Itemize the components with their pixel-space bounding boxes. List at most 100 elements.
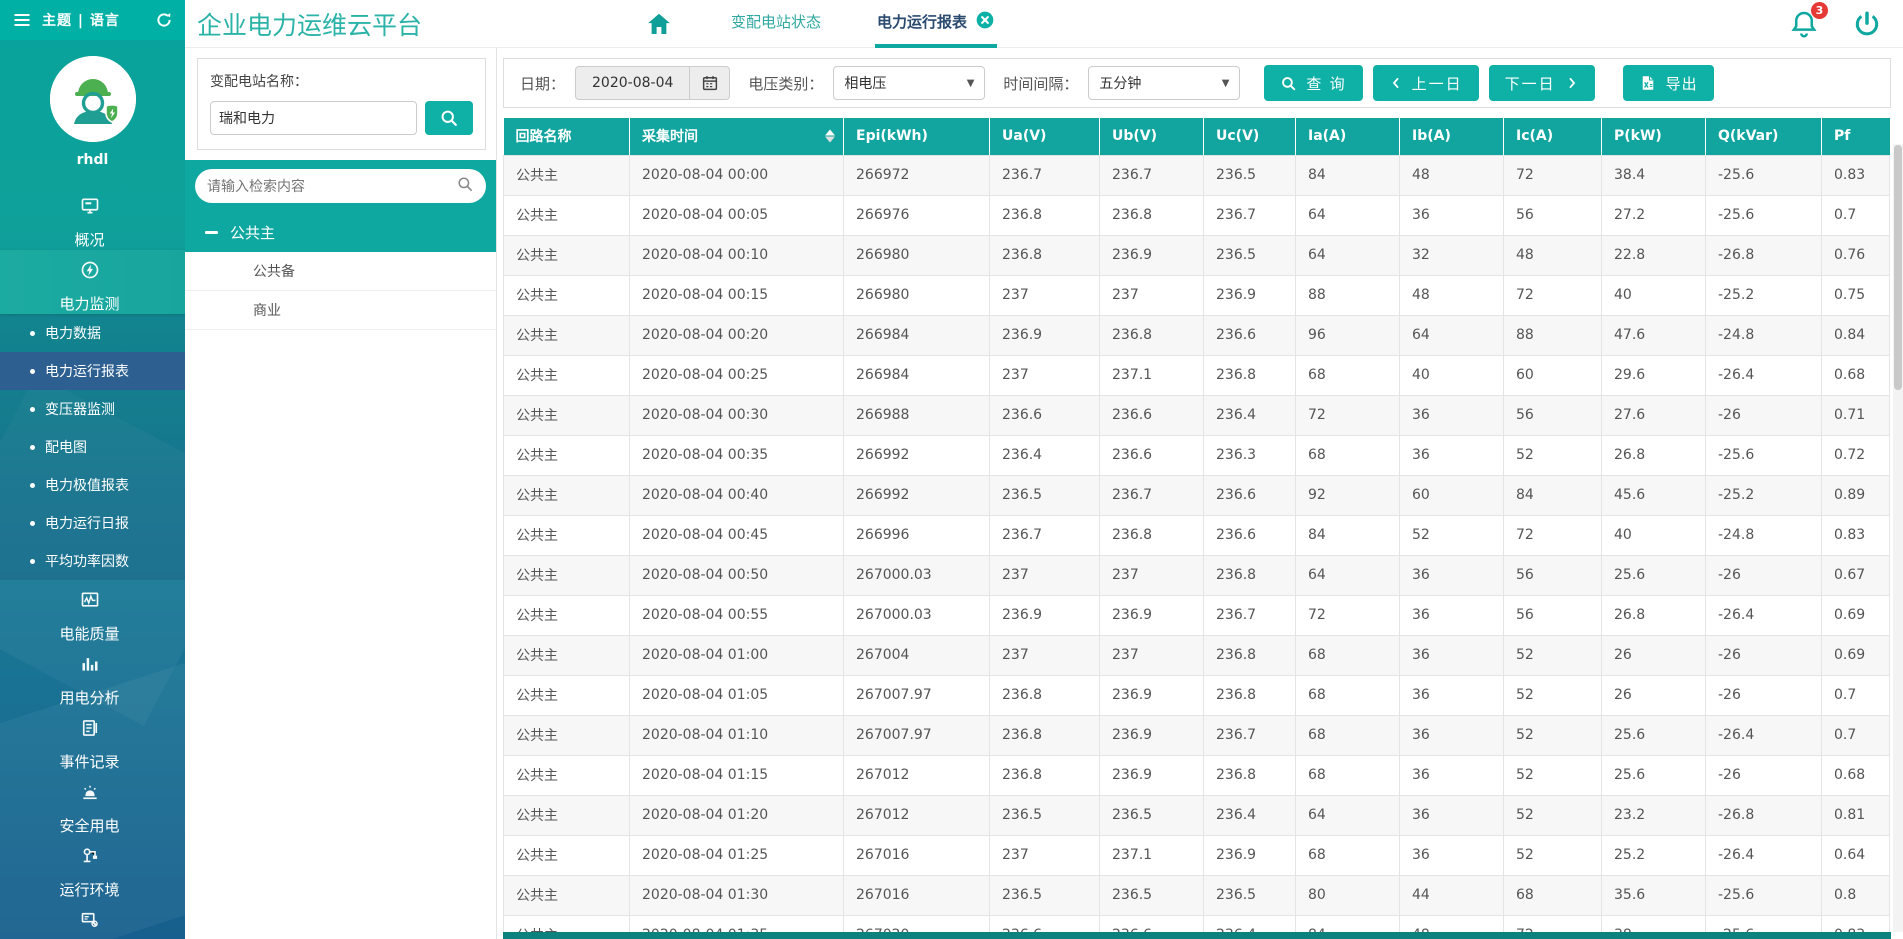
table-cell: 2020-08-04 01:00 bbox=[630, 635, 844, 675]
query-button[interactable]: 查 询 bbox=[1264, 65, 1362, 101]
body-row: 变配电站名称： bbox=[185, 48, 1903, 939]
scrollbar-thumb[interactable] bbox=[1894, 145, 1902, 390]
table-cell: 0.7 bbox=[1822, 195, 1890, 235]
tab-close-icon[interactable] bbox=[975, 10, 995, 34]
tab-1[interactable]: 电力运行报表 bbox=[875, 0, 997, 48]
table-cell: -26.4 bbox=[1706, 835, 1822, 875]
sidebar-item-1[interactable]: 电力监测 bbox=[0, 250, 185, 314]
tree-node-child-0[interactable]: 公共备 bbox=[185, 252, 496, 291]
table-cell: 236.4 bbox=[1204, 395, 1296, 435]
sidebar-item-3[interactable]: 电力运行报表 bbox=[0, 352, 185, 390]
hamburger-icon[interactable] bbox=[12, 10, 32, 30]
table-cell: 266984 bbox=[844, 315, 990, 355]
table-row-2[interactable]: 公共主2020-08-04 00:10266980236.8236.9236.5… bbox=[504, 235, 1890, 275]
table-cell: -25.2 bbox=[1706, 275, 1822, 315]
table-cell: -26 bbox=[1706, 635, 1822, 675]
sidebar-item-4[interactable]: 变压器监测 bbox=[0, 390, 185, 428]
sidebar-item-6[interactable]: 电力极值报表 bbox=[0, 466, 185, 504]
main-content: 日期： 2020-08-04 电压类别： 相电压 ▼ 时间间隔： 五分钟 bbox=[497, 48, 1903, 939]
table-cell: -26.4 bbox=[1706, 355, 1822, 395]
sidebar-item-11[interactable]: 事件记录 bbox=[0, 708, 185, 772]
table-cell: 236.8 bbox=[990, 755, 1100, 795]
table-row-7[interactable]: 公共主2020-08-04 00:35266992236.4236.6236.3… bbox=[504, 435, 1890, 475]
table-cell: 29.6 bbox=[1602, 355, 1706, 395]
sidebar-item-10[interactable]: 用电分析 bbox=[0, 644, 185, 708]
sidebar-item-14[interactable]: 设备控制 bbox=[0, 900, 185, 939]
station-name-input[interactable] bbox=[210, 101, 417, 135]
sidebar-item-9[interactable]: 电能质量 bbox=[0, 580, 185, 644]
home-icon[interactable] bbox=[645, 11, 673, 37]
avatar[interactable] bbox=[50, 56, 136, 142]
table-cell: 2020-08-04 01:05 bbox=[630, 675, 844, 715]
sidebar-item-7[interactable]: 电力运行日报 bbox=[0, 504, 185, 542]
table-cell: 236.7 bbox=[990, 155, 1100, 195]
table-row-9[interactable]: 公共主2020-08-04 00:45266996236.7236.8236.6… bbox=[504, 515, 1890, 555]
table-row-16[interactable]: 公共主2020-08-04 01:20267012236.5236.5236.4… bbox=[504, 795, 1890, 835]
date-picker[interactable]: 2020-08-04 bbox=[575, 66, 730, 100]
table-cell: 266972 bbox=[844, 155, 990, 195]
table-cell: 266980 bbox=[844, 235, 990, 275]
sidebar-item-0[interactable]: 概况 bbox=[0, 186, 185, 250]
theme-language-switch[interactable]: 主题 | 语言 bbox=[42, 10, 120, 30]
sidebar-item-12[interactable]: 安全用电 bbox=[0, 772, 185, 836]
voltage-type-select[interactable]: 相电压 ▼ bbox=[833, 66, 985, 100]
interval-select[interactable]: 五分钟 ▼ bbox=[1088, 66, 1240, 100]
vertical-scrollbar[interactable] bbox=[1893, 144, 1903, 932]
calendar-icon[interactable] bbox=[689, 66, 729, 100]
table-cell: 72 bbox=[1504, 275, 1602, 315]
table-cell: 公共主 bbox=[504, 715, 630, 755]
power-logout-icon[interactable] bbox=[1853, 10, 1881, 38]
table-row-5[interactable]: 公共主2020-08-04 00:25266984237237.1236.868… bbox=[504, 355, 1890, 395]
horizontal-scrollbar[interactable] bbox=[503, 932, 1891, 939]
table-cell: 68 bbox=[1296, 835, 1400, 875]
table-row-10[interactable]: 公共主2020-08-04 00:50267000.03237237236.86… bbox=[504, 555, 1890, 595]
table-cell: 48 bbox=[1504, 235, 1602, 275]
table-cell: 公共主 bbox=[504, 875, 630, 915]
tab-0[interactable]: 变配电站状态 bbox=[729, 0, 823, 48]
table-cell: 236.6 bbox=[1204, 315, 1296, 355]
table-cell: 237 bbox=[990, 355, 1100, 395]
notifications-bell-icon[interactable]: 3 bbox=[1789, 9, 1819, 39]
table-row-14[interactable]: 公共主2020-08-04 01:10267007.97236.8236.923… bbox=[504, 715, 1890, 755]
sidebar-item-2[interactable]: 电力数据 bbox=[0, 314, 185, 352]
export-button[interactable]: 导出 bbox=[1623, 65, 1714, 101]
tab-label: 电力运行报表 bbox=[877, 11, 967, 32]
table-cell: -26.8 bbox=[1706, 235, 1822, 275]
tree-children: 公共备商业 bbox=[185, 252, 496, 330]
table-cell: 2020-08-04 00:35 bbox=[630, 435, 844, 475]
table-cell: 2020-08-04 00:00 bbox=[630, 155, 844, 195]
sort-icon[interactable] bbox=[825, 130, 835, 143]
sidebar-item-13[interactable]: 运行环境 bbox=[0, 836, 185, 900]
prev-day-button[interactable]: 上一日 bbox=[1373, 65, 1479, 101]
table-row-17[interactable]: 公共主2020-08-04 01:25267016237237.1236.968… bbox=[504, 835, 1890, 875]
tree-node-child-1[interactable]: 商业 bbox=[185, 291, 496, 330]
table-cell: 48 bbox=[1400, 275, 1504, 315]
table-row-0[interactable]: 公共主2020-08-04 00:00266972236.7236.7236.5… bbox=[504, 155, 1890, 195]
table-row-3[interactable]: 公共主2020-08-04 00:15266980237237236.98848… bbox=[504, 275, 1890, 315]
table-row-6[interactable]: 公共主2020-08-04 00:30266988236.6236.6236.4… bbox=[504, 395, 1890, 435]
collapse-icon[interactable] bbox=[205, 231, 218, 234]
sidebar-item-8[interactable]: 平均功率因数 bbox=[0, 542, 185, 580]
table-row-13[interactable]: 公共主2020-08-04 01:05267007.97236.8236.923… bbox=[504, 675, 1890, 715]
table-cell: 36 bbox=[1400, 795, 1504, 835]
table-cell: 267012 bbox=[844, 755, 990, 795]
table-row-1[interactable]: 公共主2020-08-04 00:05266976236.8236.8236.7… bbox=[504, 195, 1890, 235]
table-cell: 267004 bbox=[844, 635, 990, 675]
tree-node-root[interactable]: 公共主 bbox=[185, 212, 496, 252]
table-row-8[interactable]: 公共主2020-08-04 00:40266992236.5236.7236.6… bbox=[504, 475, 1890, 515]
table-row-4[interactable]: 公共主2020-08-04 00:20266984236.9236.8236.6… bbox=[504, 315, 1890, 355]
table-cell: -24.8 bbox=[1706, 315, 1822, 355]
sidebar-item-5[interactable]: 配电图 bbox=[0, 428, 185, 466]
column-header-1[interactable]: 采集时间 bbox=[630, 118, 844, 155]
table-cell: 236.5 bbox=[990, 475, 1100, 515]
table-row-11[interactable]: 公共主2020-08-04 00:55267000.03236.9236.923… bbox=[504, 595, 1890, 635]
refresh-icon[interactable] bbox=[155, 11, 173, 29]
station-search-button[interactable] bbox=[425, 101, 473, 135]
tree-search-input[interactable] bbox=[207, 178, 456, 194]
table-row-12[interactable]: 公共主2020-08-04 01:00267004237237236.86836… bbox=[504, 635, 1890, 675]
bullet-icon bbox=[30, 521, 35, 526]
table-cell: 68 bbox=[1296, 675, 1400, 715]
table-row-15[interactable]: 公共主2020-08-04 01:15267012236.8236.9236.8… bbox=[504, 755, 1890, 795]
table-row-18[interactable]: 公共主2020-08-04 01:30267016236.5236.5236.5… bbox=[504, 875, 1890, 915]
next-day-button[interactable]: 下一日 bbox=[1489, 65, 1595, 101]
